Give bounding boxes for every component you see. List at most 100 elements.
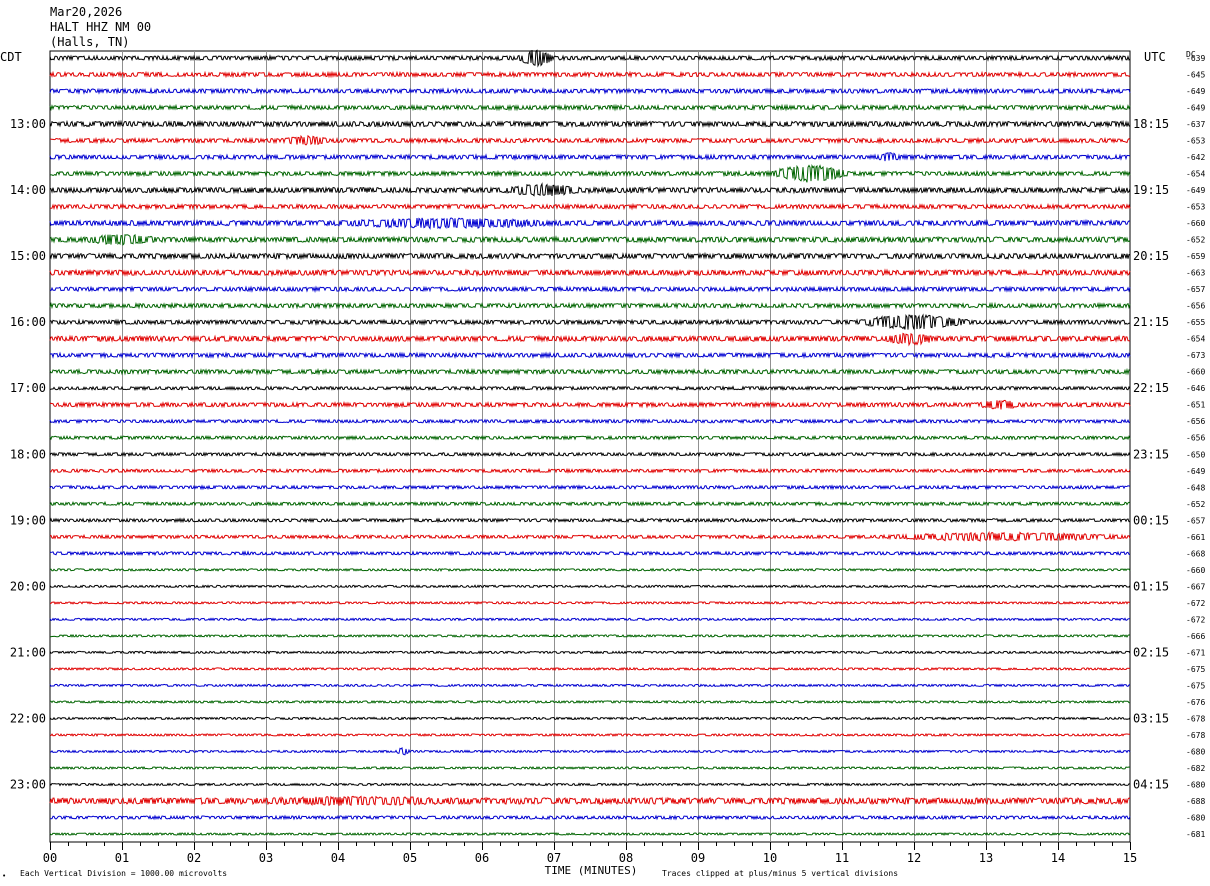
x-tick-label-11: 11: [835, 851, 849, 865]
x-tick-label-14: 14: [1051, 851, 1065, 865]
x-tick-label-04: 04: [331, 851, 345, 865]
trace-17: [49, 332, 1131, 347]
cdt-label-21:00: 21:00: [10, 645, 46, 659]
dc-offset-labels: -639-645-649-649-637-653-642-654-649-653…: [1186, 54, 1205, 839]
dc-offset-43: -682: [1186, 764, 1205, 773]
dc-offset-26: -648: [1186, 483, 1205, 492]
trace-42: [50, 747, 1131, 756]
utc-axis-label: UTC: [1144, 50, 1166, 64]
x-tick-label-02: 02: [187, 851, 201, 865]
dc-offset-47: -681: [1186, 830, 1205, 839]
cdt-label-13:00: 13:00: [10, 117, 46, 131]
dc-offset-31: -660: [1186, 566, 1205, 575]
dc-offset-13: -663: [1186, 269, 1205, 278]
dc-offset-23: -656: [1186, 434, 1205, 443]
dc-offset-40: -678: [1186, 714, 1205, 723]
cdt-label-20:00: 20:00: [10, 579, 46, 593]
dc-offset-17: -654: [1186, 335, 1205, 344]
dc-offset-19: -660: [1186, 368, 1205, 377]
grid: [49, 50, 1131, 843]
trace-8: [49, 182, 1131, 197]
dc-offset-34: -672: [1186, 615, 1205, 624]
dc-offset-10: -660: [1186, 219, 1205, 228]
cdt-label-23:00: 23:00: [10, 777, 46, 791]
trace-32: [49, 584, 1131, 589]
trace-43: [49, 765, 1131, 771]
trace-30: [49, 550, 1131, 557]
x-tick-label-09: 09: [691, 851, 705, 865]
dc-offset-33: -672: [1186, 599, 1205, 608]
dc-offset-24: -650: [1186, 450, 1205, 459]
x-tick-label-08: 08: [619, 851, 633, 865]
dc-offset-3: -649: [1186, 104, 1205, 113]
utc-label-04:15: 04:15: [1133, 777, 1169, 791]
trace-37: [49, 666, 1131, 671]
cdt-label-16:00: 16:00: [10, 315, 46, 329]
dc-offset-30: -668: [1186, 549, 1205, 558]
x-tick-label-01: 01: [115, 851, 129, 865]
trace-21: [49, 399, 1131, 410]
trace-33: [50, 600, 1131, 605]
trace-12: [49, 251, 1131, 261]
trace-9: [50, 202, 1131, 211]
dc-offset-11: -652: [1186, 236, 1205, 245]
x-tick-label-06: 06: [475, 851, 489, 865]
cdt-axis-label: CDT: [0, 50, 22, 64]
dc-offset-38: -675: [1186, 681, 1205, 690]
dc-offset-37: -675: [1186, 665, 1205, 674]
trace-7: [49, 163, 1131, 183]
trace-16: [49, 313, 1131, 330]
traces: [49, 49, 1131, 837]
trace-23: [49, 434, 1131, 441]
x-tick-label-03: 03: [259, 851, 273, 865]
x-tick-label-10: 10: [763, 851, 777, 865]
trace-40: [49, 716, 1131, 721]
cdt-label-18:00: 18:00: [10, 447, 46, 461]
trace-25: [49, 467, 1131, 474]
x-axis: 00 01 02 03 04 05 06 07 08 09 10 11 12 13 14 15: [43, 842, 1137, 865]
x-axis-title: TIME (MINUTES): [545, 864, 638, 877]
dc-offset-14: -657: [1186, 285, 1205, 294]
x-tick-label-00: 00: [43, 851, 57, 865]
cdt-label-22:00: 22:00: [10, 711, 46, 725]
trace-35: [49, 633, 1131, 638]
dc-offset-46: -680: [1186, 813, 1205, 822]
x-tick-label-15: 15: [1123, 851, 1137, 865]
dc-offset-28: -657: [1186, 516, 1205, 525]
x-tick-label-07: 07: [547, 851, 561, 865]
trace-36: [49, 650, 1131, 655]
trace-31: [49, 567, 1131, 572]
dc-offset-22: -656: [1186, 417, 1205, 426]
trace-4: [49, 119, 1131, 129]
trace-47: [49, 831, 1131, 837]
x-tick-label-05: 05: [403, 851, 417, 865]
trace-46: [49, 814, 1131, 821]
cdt-time-labels: 13:00 14:00 15:00 16:00 17:00 18:00 19:00 20:00…: [10, 117, 46, 791]
dc-offset-35: -666: [1186, 632, 1205, 641]
dc-offset-16: -655: [1186, 318, 1205, 327]
trace-15: [49, 301, 1131, 310]
dc-offset-8: -649: [1186, 186, 1205, 195]
dc-offset-27: -652: [1186, 500, 1205, 509]
trace-10: [49, 217, 1131, 230]
corner-mark: •: [2, 872, 6, 880]
dc-offset-1: -645: [1186, 71, 1205, 80]
trace-38: [49, 683, 1131, 688]
dc-offset-41: -678: [1186, 731, 1205, 740]
trace-1: [49, 70, 1131, 79]
dc-offset-15: -656: [1186, 302, 1205, 311]
dc-offset-20: -646: [1186, 384, 1205, 393]
utc-label-20:15: 20:15: [1133, 249, 1169, 263]
trace-3: [49, 103, 1131, 112]
dc-offset-6: -642: [1186, 153, 1205, 162]
trace-14: [49, 285, 1131, 293]
trace-34: [49, 617, 1130, 622]
dc-offset-36: -671: [1186, 648, 1205, 657]
trace-22: [49, 418, 1131, 425]
dc-offset-5: -653: [1186, 137, 1205, 146]
dc-offset-39: -676: [1186, 698, 1205, 707]
utc-label-03:15: 03:15: [1133, 711, 1169, 725]
trace-29: [49, 531, 1131, 542]
trace-20: [49, 385, 1131, 392]
trace-44: [49, 782, 1131, 787]
